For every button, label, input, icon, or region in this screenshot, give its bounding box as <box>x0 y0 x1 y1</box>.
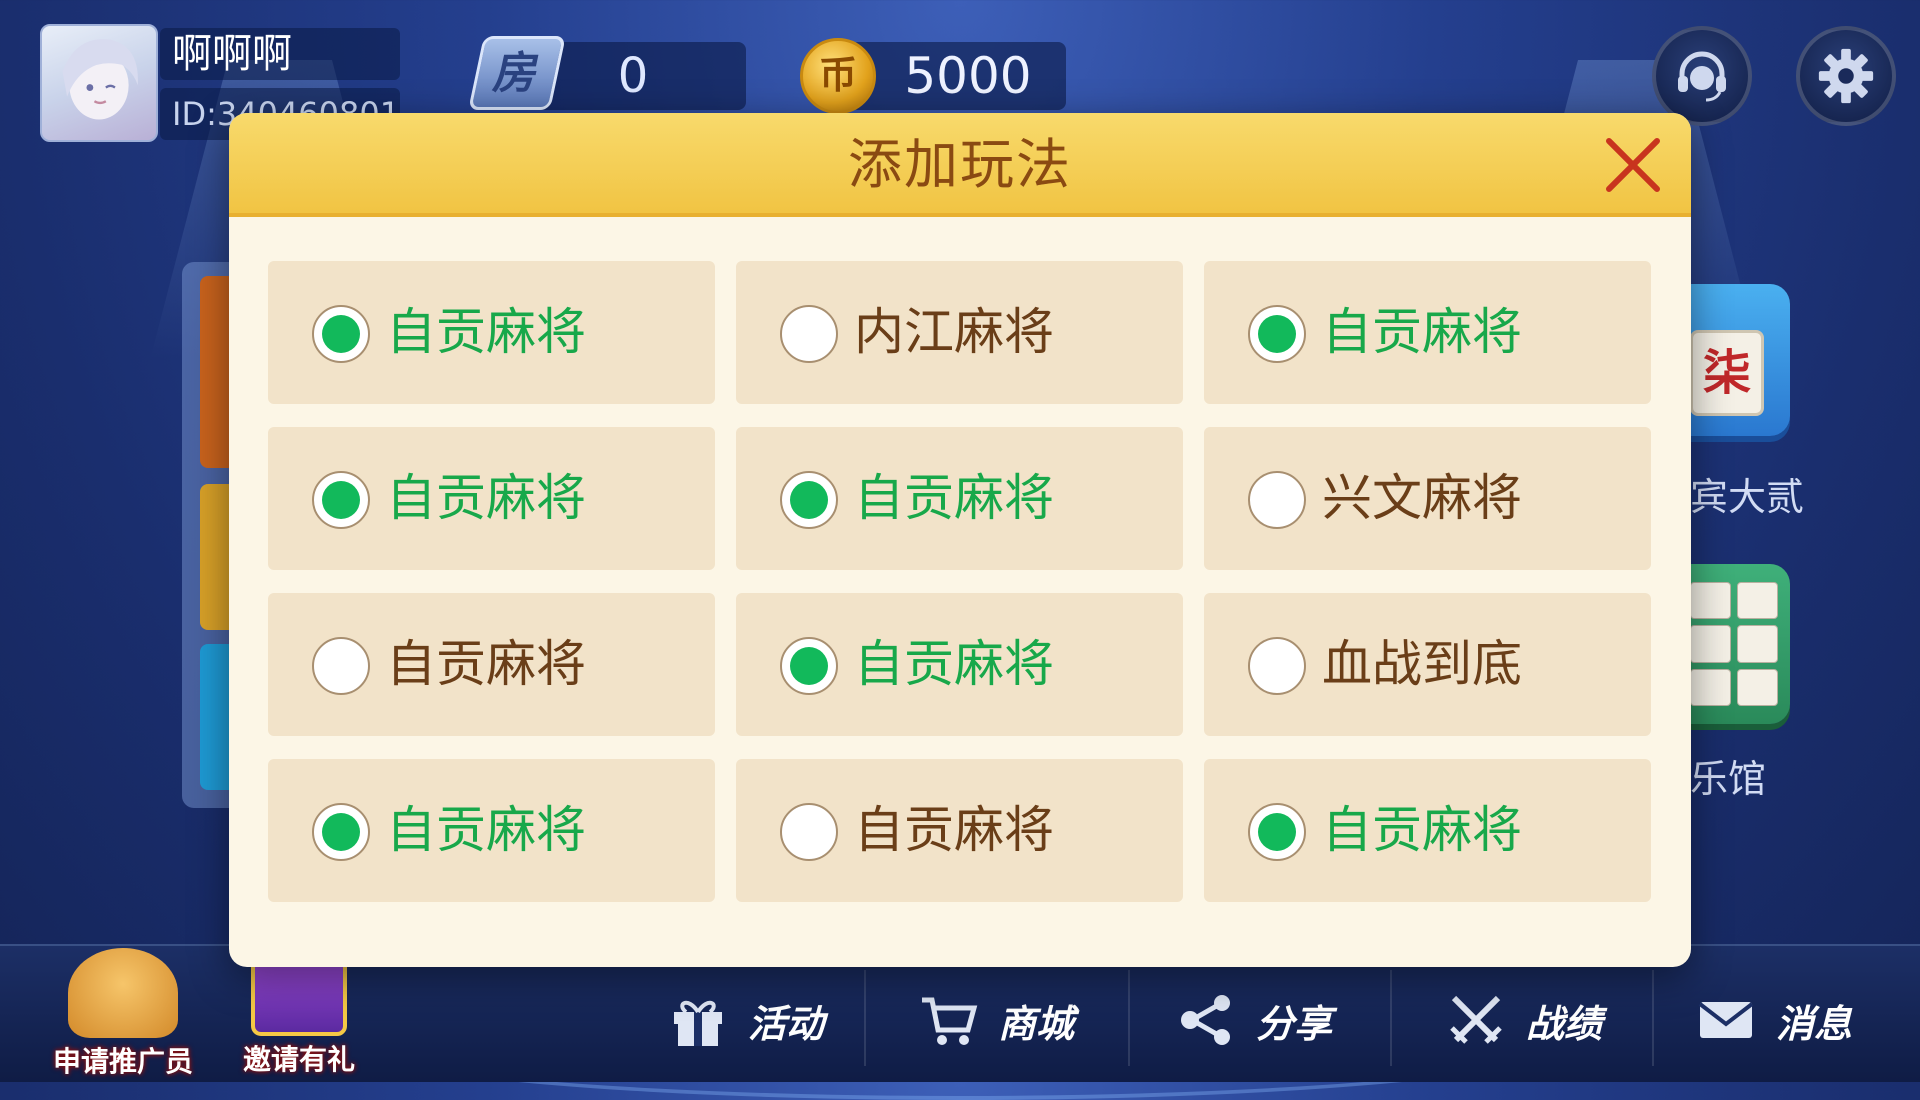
game-mode-options: 自贡麻将 内江麻将 自贡麻将 自贡麻将 自贡麻将 兴文麻将 自贡麻将 自贡麻将 … <box>268 261 1659 902</box>
game-mode-label: 自贡麻将 <box>854 801 1054 859</box>
radio-button[interactable] <box>780 803 838 861</box>
game-mode-label: 自贡麻将 <box>854 469 1054 527</box>
game-mode-option[interactable]: 自贡麻将 <box>736 427 1183 570</box>
radio-button[interactable] <box>312 305 370 363</box>
game-mode-option[interactable]: 自贡麻将 <box>268 427 715 570</box>
game-mode-option[interactable]: 自贡麻将 <box>268 759 715 902</box>
game-mode-label: 自贡麻将 <box>386 303 586 361</box>
radio-selected-dot <box>322 315 360 353</box>
game-mode-option[interactable]: 自贡麻将 <box>1204 759 1651 902</box>
radio-selected-dot <box>322 481 360 519</box>
game-mode-option[interactable]: 自贡麻将 <box>268 261 715 404</box>
game-mode-option[interactable]: 内江麻将 <box>736 261 1183 404</box>
game-mode-label: 内江麻将 <box>854 303 1054 361</box>
radio-button[interactable] <box>780 471 838 529</box>
radio-selected-dot <box>322 813 360 851</box>
game-mode-label: 自贡麻将 <box>854 635 1054 693</box>
add-game-mode-dialog: 添加玩法 自贡麻将 内江麻将 自贡麻将 自贡麻将 自贡麻将 兴文麻将 自贡麻将 … <box>229 113 1691 967</box>
radio-selected-dot <box>1258 813 1296 851</box>
game-mode-label: 自贡麻将 <box>1322 801 1522 859</box>
close-button[interactable] <box>1601 133 1665 197</box>
radio-button[interactable] <box>312 637 370 695</box>
game-mode-option[interactable]: 自贡麻将 <box>268 593 715 736</box>
game-mode-option[interactable]: 自贡麻将 <box>736 593 1183 736</box>
game-mode-label: 兴文麻将 <box>1322 469 1522 527</box>
game-mode-option[interactable]: 自贡麻将 <box>736 759 1183 902</box>
game-mode-label: 自贡麻将 <box>386 635 586 693</box>
radio-button[interactable] <box>1248 637 1306 695</box>
close-icon <box>1606 138 1660 192</box>
game-mode-label: 自贡麻将 <box>386 801 586 859</box>
radio-button[interactable] <box>312 803 370 861</box>
radio-button[interactable] <box>780 305 838 363</box>
radio-selected-dot <box>790 647 828 685</box>
radio-button[interactable] <box>1248 305 1306 363</box>
game-mode-label: 自贡麻将 <box>1322 303 1522 361</box>
radio-selected-dot <box>1258 315 1296 353</box>
game-mode-label: 自贡麻将 <box>386 469 586 527</box>
radio-button[interactable] <box>1248 471 1306 529</box>
game-mode-label: 血战到底 <box>1322 635 1522 693</box>
radio-selected-dot <box>790 481 828 519</box>
radio-button[interactable] <box>780 637 838 695</box>
game-mode-option[interactable]: 自贡麻将 <box>1204 261 1651 404</box>
radio-button[interactable] <box>1248 803 1306 861</box>
dialog-title: 添加玩法 <box>848 133 1072 196</box>
radio-button[interactable] <box>312 471 370 529</box>
game-mode-option[interactable]: 兴文麻将 <box>1204 427 1651 570</box>
game-mode-option[interactable]: 血战到底 <box>1204 593 1651 736</box>
